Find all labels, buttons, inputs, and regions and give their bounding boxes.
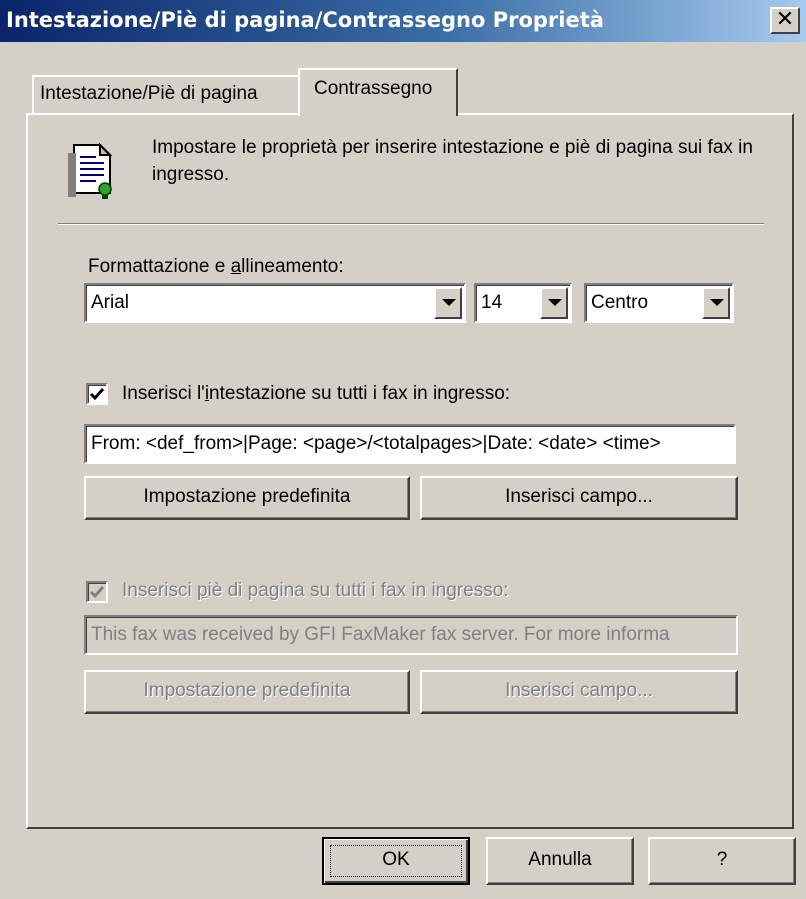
- tab-panel: [26, 113, 794, 829]
- footer-text-field[interactable]: This fax was received by GFI FaxMaker fa…: [84, 615, 738, 655]
- close-icon: ✕: [775, 7, 795, 32]
- footer-default-button[interactable]: Impostazione predefinita: [84, 670, 410, 714]
- chevron-down-icon[interactable]: [434, 287, 462, 319]
- alignment-value: Centro: [591, 292, 649, 313]
- focus-rect: [330, 845, 462, 877]
- cancel-button[interactable]: Annulla: [486, 837, 634, 885]
- checkmark-icon: [89, 388, 105, 401]
- header-insert-field-button[interactable]: Inserisci campo...: [420, 476, 738, 520]
- separator: [58, 223, 764, 225]
- header-checkbox-label[interactable]: Inserisci l'intestazione su tutti i fax …: [122, 383, 510, 405]
- close-button[interactable]: ✕: [770, 7, 800, 34]
- size-value: 14: [481, 292, 503, 313]
- header-text-field[interactable]: From: <def_from>|Page: <page>/<totalpage…: [84, 424, 736, 464]
- font-value: Arial: [91, 292, 130, 313]
- checkmark-icon: [89, 586, 105, 599]
- font-select[interactable]: Arial: [84, 283, 466, 323]
- help-button[interactable]: ?: [648, 837, 796, 885]
- footer-insert-field-button[interactable]: Inserisci campo...: [420, 670, 738, 714]
- footer-checkbox-label[interactable]: Inserisci piè di pagina su tutti i fax i…: [122, 580, 509, 602]
- ok-button[interactable]: OK: [322, 837, 470, 885]
- size-select[interactable]: 14: [474, 283, 572, 323]
- header-checkbox[interactable]: [86, 383, 108, 405]
- window-title: Intestazione/Piè di pagina/Contrassegno …: [6, 8, 604, 32]
- description-text: Impostare le proprietà per inserire inte…: [152, 137, 753, 185]
- header-default-button[interactable]: Impostazione predefinita: [84, 476, 410, 520]
- chevron-down-icon[interactable]: [540, 287, 568, 319]
- tab-label: Intestazione/Piè di pagina: [40, 83, 258, 104]
- title-bar: Intestazione/Piè di pagina/Contrassegno …: [0, 0, 806, 42]
- formatting-label: Formattazione e allineamento:: [88, 256, 344, 277]
- tab-intestazione-pie-di-pagina[interactable]: Intestazione/Piè di pagina: [32, 75, 300, 113]
- document-properties-icon: [64, 141, 120, 201]
- footer-checkbox[interactable]: [86, 581, 108, 603]
- tab-label: Contrassegno: [314, 78, 433, 99]
- chevron-down-icon[interactable]: [702, 287, 730, 319]
- tab-contrassegno[interactable]: Contrassegno: [298, 68, 458, 116]
- alignment-select[interactable]: Centro: [584, 283, 734, 323]
